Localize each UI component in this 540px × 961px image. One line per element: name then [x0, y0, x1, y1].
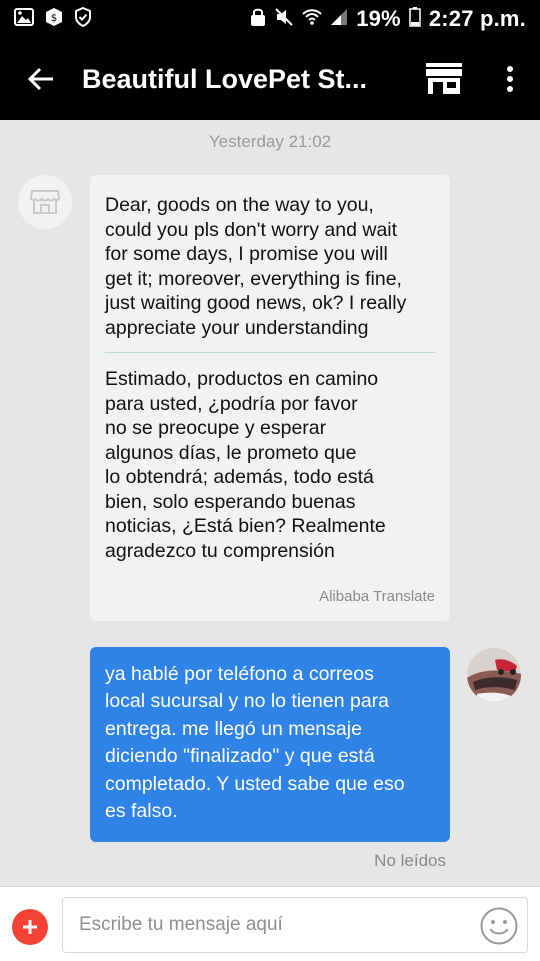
emoji-button[interactable] — [479, 906, 519, 946]
alarm-lock-icon — [250, 7, 266, 32]
page-title: Beautiful LovePet St... — [82, 63, 368, 94]
read-status: No leídos — [374, 851, 446, 870]
message-line: Estimado, productos en camino — [105, 368, 379, 390]
status-left-icons: $ — [14, 6, 92, 32]
status-right-icons: 19% 2:27 p.m. — [250, 6, 526, 32]
message-line: para usted, ¿podría por favor — [105, 392, 358, 415]
incoming-message-bubble[interactable]: Dear, goods on the way to you, could you… — [90, 175, 450, 621]
message-line: es falso. — [105, 800, 178, 823]
battery-percent: 19% — [356, 6, 401, 31]
translation-divider — [105, 352, 435, 353]
smiley-icon — [480, 907, 518, 945]
shield-check-icon — [74, 6, 92, 32]
message-line: just waiting good news, ok? I really — [105, 292, 407, 314]
message-line: appreciate your understanding — [105, 316, 369, 339]
back-button[interactable] — [0, 38, 82, 120]
message-line: Dear, goods on the way to you, — [105, 194, 374, 216]
message-line: bien, solo esperando buenas — [105, 490, 356, 513]
message-line: for some days, I promise you will — [105, 243, 388, 265]
user-avatar-image — [467, 648, 521, 702]
plus-icon — [23, 920, 37, 934]
storefront-icon — [30, 190, 60, 214]
translate-credit: Alibaba Translate — [319, 587, 435, 605]
message-line: could you pls don't worry and wait — [105, 218, 398, 241]
store-button[interactable] — [408, 38, 480, 120]
add-attachment-button[interactable] — [12, 909, 48, 945]
store-avatar[interactable] — [18, 175, 72, 229]
message-line: ya hablé por teléfono a correos — [105, 663, 374, 685]
message-input-box[interactable] — [62, 897, 528, 953]
message-timestamp: Yesterday 21:02 — [208, 132, 332, 151]
message-line: completado. Y usted sabe que eso — [105, 772, 405, 795]
message-line: noticias, ¿Está bien? Realmente — [105, 515, 386, 537]
store-icon — [426, 63, 462, 94]
message-line: entrega. me llegó un mensaje — [105, 717, 362, 740]
app-notification-icon: $ — [44, 7, 64, 32]
message-composer — [0, 886, 540, 961]
mute-icon — [274, 7, 294, 32]
app-bar: Beautiful LovePet St... — [0, 38, 540, 120]
status-bar: $ 19% 2:27 p.m. — [0, 0, 540, 38]
clock: 2:27 p.m. — [428, 6, 526, 31]
outgoing-message-bubble[interactable]: ya hablé por teléfono a correos local su… — [90, 647, 450, 842]
image-notification-icon — [14, 7, 34, 31]
message-line: local sucursal y no lo tienen para — [105, 690, 389, 713]
wifi-icon — [302, 8, 322, 31]
chat-area[interactable]: Yesterday 21:02 Dear, goods on the way t… — [0, 120, 540, 886]
signal-icon — [330, 8, 348, 31]
message-input[interactable] — [77, 913, 461, 937]
original-text: Dear, goods on the way to you, could you… — [105, 193, 435, 340]
message-line: lo obtendrá; además, todo está — [105, 466, 374, 488]
message-line: get it; moreover, everything is fine, — [105, 267, 402, 290]
battery-icon — [409, 6, 421, 32]
message-line: algunos días, le prometo que — [105, 441, 357, 464]
more-options-button[interactable] — [480, 38, 540, 120]
user-avatar[interactable] — [467, 648, 521, 702]
translated-text: Estimado, productos en camino para usted… — [105, 367, 435, 563]
svg-text:$: $ — [51, 13, 57, 24]
back-arrow-icon — [27, 67, 53, 91]
message-line: diciendo "finalizado" y que está — [105, 745, 375, 768]
message-line: agradezco tu comprensión — [105, 539, 335, 562]
message-line: no se preocupe y esperar — [105, 417, 327, 439]
more-vert-icon — [507, 66, 513, 92]
